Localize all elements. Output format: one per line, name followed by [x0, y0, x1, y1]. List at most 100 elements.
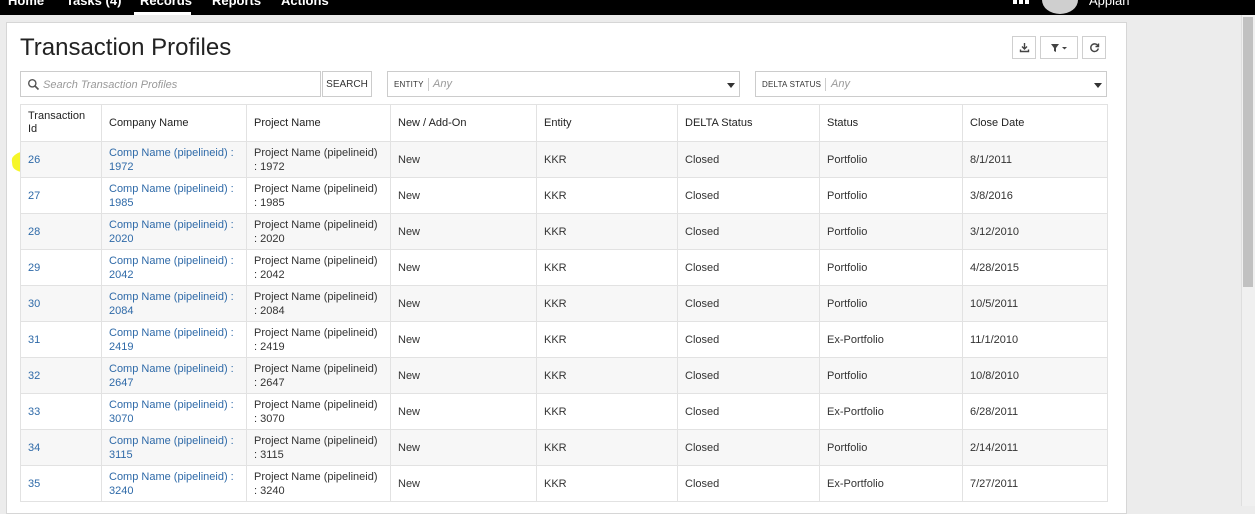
company-name-link[interactable]: Comp Name (pipelineid) : 2419	[109, 327, 234, 353]
company-name-link[interactable]: Comp Name (pipelineid) : 1985	[109, 183, 234, 209]
new-add-on-cell: New	[398, 441, 421, 454]
close-date-cell: 6/28/2011	[962, 393, 1108, 430]
table-row: 26 Comp Name (pipelineid) : 1972 Project N…	[20, 141, 1108, 178]
delta-status-cell: Closed	[685, 405, 720, 418]
search-icon	[28, 79, 40, 91]
transaction-id-link[interactable]: 32	[28, 370, 40, 382]
page-scrollbar-thumb[interactable]	[1243, 17, 1253, 287]
nav-tab-reports[interactable]: Reports	[212, 0, 261, 8]
transaction-id-link[interactable]: 29	[28, 262, 40, 274]
delta-status-filter-value: Any	[831, 78, 850, 90]
column-header-entity[interactable]: Entity	[536, 104, 678, 142]
new-add-on-cell: New	[390, 321, 537, 358]
status-cell: Portfolio	[827, 153, 868, 166]
transaction-id-link[interactable]: 26	[28, 154, 40, 166]
filter-separator	[825, 78, 826, 91]
delta-status-cell: Closed	[677, 213, 820, 250]
nav-tab-home[interactable]: Home	[8, 0, 44, 8]
entity-cell: KKR	[544, 297, 567, 310]
export-button[interactable]	[1012, 36, 1036, 59]
column-header-transaction-id[interactable]: Transaction Id	[20, 104, 102, 142]
transaction-id-link[interactable]: 33	[28, 406, 40, 418]
delta-status-cell: Closed	[677, 393, 820, 430]
transaction-id-link[interactable]: 35	[28, 478, 40, 490]
company-name-link[interactable]: Comp Name (pipelineid) : 3070	[109, 399, 234, 425]
refresh-button[interactable]	[1082, 36, 1106, 59]
close-date-cell: 10/8/2010	[970, 369, 1019, 382]
column-header-status[interactable]: Status	[819, 104, 963, 142]
status-cell: Ex-Portfolio	[819, 393, 963, 430]
project-name-cell: Project Name (pipelineid) : 2042	[246, 249, 391, 286]
company-name-link[interactable]: Comp Name (pipelineid) : 2042	[109, 255, 234, 281]
nav-tab-actions[interactable]: Actions	[281, 0, 329, 8]
status-cell: Ex-Portfolio	[827, 477, 884, 490]
status-cell: Portfolio	[819, 177, 963, 214]
delta-status-cell: Closed	[677, 429, 820, 466]
user-name[interactable]: Appian	[1089, 0, 1129, 8]
company-name-cell: Comp Name (pipelineid) : 2020	[101, 213, 247, 250]
column-header-delta-status[interactable]: DELTA Status	[677, 104, 820, 142]
project-name-cell: Project Name (pipelineid) : 2419	[246, 321, 391, 358]
entity-cell: KKR	[536, 357, 678, 394]
entity-cell: KKR	[536, 141, 678, 178]
table-row: 28 Comp Name (pipelineid) : 2020 Project N…	[20, 213, 1108, 250]
delta-status-filter-dropdown[interactable]: DELTA STATUS Any	[755, 71, 1107, 97]
transaction-id-cell: 33	[20, 393, 102, 430]
column-header-company-name[interactable]: Company Name	[101, 104, 247, 142]
entity-filter-dropdown[interactable]: ENTITY Any	[387, 71, 740, 97]
nav-tab-records[interactable]: Records	[140, 0, 192, 8]
company-name-link[interactable]: Comp Name (pipelineid) : 1972	[109, 147, 234, 173]
delta-status-cell: Closed	[677, 249, 820, 286]
new-add-on-cell: New	[390, 393, 537, 430]
new-add-on-cell: New	[390, 249, 537, 286]
project-name-cell: Project Name (pipelineid) : 2042	[254, 254, 378, 281]
search-input[interactable]	[41, 73, 320, 97]
active-tab-indicator	[134, 12, 191, 15]
new-add-on-cell: New	[398, 477, 421, 490]
close-date-cell: 8/1/2011	[962, 141, 1108, 178]
transaction-id-cell: 30	[20, 285, 102, 322]
table-row: 29 Comp Name (pipelineid) : 2042 Project N…	[20, 249, 1108, 286]
app-grid-icon[interactable]	[1013, 0, 1030, 8]
new-add-on-cell: New	[390, 177, 537, 214]
delta-status-cell: Closed	[685, 225, 720, 238]
company-name-link[interactable]: Comp Name (pipelineid) : 2647	[109, 363, 234, 389]
transaction-id-link[interactable]: 34	[28, 442, 40, 454]
status-cell: Ex-Portfolio	[827, 333, 884, 346]
column-header-close-date[interactable]: Close Date	[962, 104, 1108, 142]
transaction-profiles-table: Transaction Id Company Name Project Name…	[20, 104, 1108, 502]
filter-icon	[1051, 43, 1067, 52]
company-name-link[interactable]: Comp Name (pipelineid) : 3115	[109, 435, 234, 461]
transaction-id-link[interactable]: 27	[28, 190, 40, 202]
transaction-id-link[interactable]: 28	[28, 226, 40, 238]
transaction-id-link[interactable]: 30	[28, 298, 40, 310]
project-name-cell: Project Name (pipelineid) : 3240	[246, 465, 391, 502]
company-name-cell: Comp Name (pipelineid) : 2042	[101, 249, 247, 286]
status-cell: Portfolio	[819, 249, 963, 286]
entity-cell: KKR	[536, 213, 678, 250]
close-date-cell: 4/28/2015	[962, 249, 1108, 286]
new-add-on-cell: New	[398, 405, 421, 418]
project-name-cell: Project Name (pipelineid) : 1985	[246, 177, 391, 214]
transaction-id-link[interactable]: 31	[28, 334, 40, 346]
search-button[interactable]: SEARCH	[322, 71, 372, 97]
close-date-cell: 10/5/2011	[962, 285, 1108, 322]
status-cell: Ex-Portfolio	[819, 321, 963, 358]
new-add-on-cell: New	[390, 213, 537, 250]
column-header-new-add-on[interactable]: New / Add-On	[390, 104, 537, 142]
entity-cell: KKR	[544, 405, 567, 418]
project-name-cell: Project Name (pipelineid) : 1972	[254, 146, 378, 173]
filter-menu-button[interactable]	[1040, 36, 1078, 59]
company-name-link[interactable]: Comp Name (pipelineid) : 2020	[109, 219, 234, 245]
column-header-project-name[interactable]: Project Name	[246, 104, 391, 142]
new-add-on-cell: New	[398, 297, 421, 310]
company-name-link[interactable]: Comp Name (pipelineid) : 3240	[109, 471, 234, 497]
company-name-link[interactable]: Comp Name (pipelineid) : 2084	[109, 291, 234, 317]
close-date-cell: 2/14/2011	[970, 441, 1019, 454]
project-name-cell: Project Name (pipelineid) : 2084	[246, 285, 391, 322]
user-avatar[interactable]	[1042, 0, 1078, 14]
nav-tab-tasks[interactable]: Tasks (4)	[66, 0, 121, 8]
search-field[interactable]	[20, 71, 321, 97]
chevron-down-icon	[727, 83, 735, 88]
table-row: 30 Comp Name (pipelineid) : 2084 Project N…	[20, 285, 1108, 322]
